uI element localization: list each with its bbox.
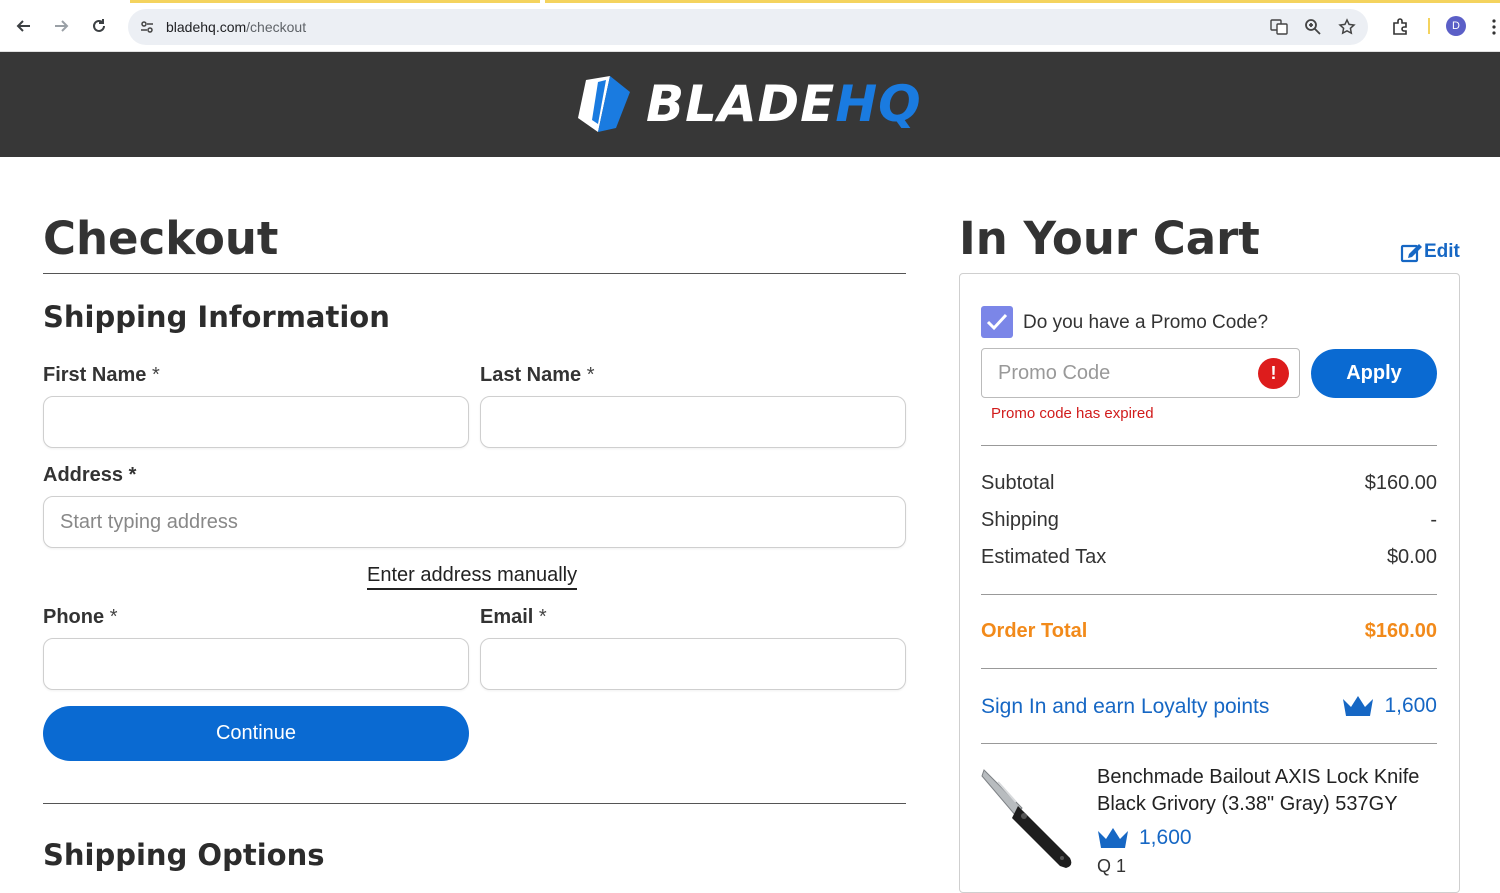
loyalty-points: 1,600 xyxy=(1384,694,1437,717)
required-marker: * xyxy=(128,464,137,486)
loading-bar-right xyxy=(545,0,1500,3)
last-name-label-text: Last Name xyxy=(480,364,582,386)
blade-logo-icon xyxy=(578,76,630,132)
edit-icon xyxy=(1400,244,1422,263)
knife-product-image[interactable] xyxy=(978,762,1078,872)
product-name[interactable]: Benchmade Bailout AXIS Lock Knife Black … xyxy=(1097,764,1447,818)
cart-divider xyxy=(981,668,1437,669)
shipping-section-heading: Shipping Information xyxy=(43,300,390,334)
logo-hq-text: HQ xyxy=(835,75,922,133)
translate-icon[interactable] xyxy=(1267,9,1291,45)
zoom-icon[interactable] xyxy=(1301,9,1325,45)
section-divider xyxy=(43,803,906,804)
shipping-value: - xyxy=(1430,509,1437,531)
product-loyalty-points: 1,600 xyxy=(1139,826,1192,849)
profile-avatar[interactable]: D xyxy=(1446,16,1466,36)
logo-blade-text: BLADE xyxy=(646,75,836,133)
last-name-field[interactable] xyxy=(480,396,906,448)
title-divider xyxy=(43,273,906,274)
enter-address-manually-link[interactable]: Enter address manually xyxy=(367,564,578,590)
continue-button[interactable]: Continue xyxy=(43,706,469,761)
site-header: BLADEHQ xyxy=(0,52,1500,157)
address-placeholder: Start typing address xyxy=(60,510,238,533)
cart-title: In Your Cart xyxy=(959,212,1260,265)
product-quantity: Q 1 xyxy=(1097,856,1127,876)
back-arrow-icon[interactable] xyxy=(12,14,36,38)
forward-arrow-icon[interactable] xyxy=(49,14,73,38)
address-bar[interactable]: bladehq.com/checkout xyxy=(128,9,1368,45)
cart-divider xyxy=(981,445,1437,446)
crown-icon xyxy=(1098,828,1128,848)
shipping-label: Shipping xyxy=(981,509,1059,531)
loading-bar xyxy=(130,0,540,3)
checkmark-icon xyxy=(986,313,1008,331)
page-title: Checkout xyxy=(43,212,279,265)
subtotal-value: $160.00 xyxy=(1364,472,1437,494)
promo-placeholder: Promo Code xyxy=(998,361,1111,384)
cart-divider xyxy=(981,594,1437,595)
email-field[interactable] xyxy=(480,638,906,690)
toolbar-separator xyxy=(1428,18,1430,34)
required-marker: * xyxy=(538,606,547,628)
shipping-options-heading: Shipping Options xyxy=(43,838,325,872)
bookmark-star-icon[interactable] xyxy=(1335,9,1359,45)
cart-divider xyxy=(981,743,1437,744)
first-name-field[interactable] xyxy=(43,396,469,448)
last-name-label: Last Name * xyxy=(480,364,595,387)
crown-icon xyxy=(1343,696,1373,716)
order-total-label: Order Total xyxy=(981,620,1088,642)
email-label-text: Email xyxy=(480,606,534,628)
subtotal-label: Subtotal xyxy=(981,472,1055,494)
bladehq-logo[interactable]: BLADEHQ xyxy=(576,74,922,134)
email-label: Email * xyxy=(480,606,547,629)
error-icon: ! xyxy=(1258,358,1289,389)
logo-wordmark: BLADEHQ xyxy=(646,75,922,133)
extensions-icon[interactable] xyxy=(1388,9,1412,45)
required-marker: * xyxy=(109,606,118,628)
promo-error-message: Promo code has expired xyxy=(991,405,1154,422)
promo-code-input[interactable]: Promo Code xyxy=(981,348,1300,398)
edit-cart-link[interactable]: Edit xyxy=(1400,241,1460,263)
phone-label-text: Phone xyxy=(43,606,105,628)
address-label-text: Address xyxy=(43,464,124,486)
browser-toolbar: bladehq.com/checkout D xyxy=(0,0,1500,52)
phone-label: Phone * xyxy=(43,606,117,629)
promo-code-checkbox[interactable] xyxy=(981,306,1013,338)
url-domain: bladehq.com xyxy=(166,19,247,35)
apply-button[interactable]: Apply xyxy=(1311,349,1437,398)
edit-label: Edit xyxy=(1424,241,1460,262)
phone-field[interactable] xyxy=(43,638,469,690)
first-name-label-text: First Name xyxy=(43,364,147,386)
url-text[interactable]: bladehq.com/checkout xyxy=(166,19,306,35)
address-field[interactable]: Start typing address xyxy=(43,496,906,548)
tax-value: $0.00 xyxy=(1386,546,1437,568)
first-name-label: First Name * xyxy=(43,364,160,387)
required-marker: * xyxy=(586,364,595,386)
sign-in-loyalty-link[interactable]: Sign In and earn Loyalty points xyxy=(981,695,1269,719)
order-total-value: $160.00 xyxy=(1364,620,1437,642)
reload-icon[interactable] xyxy=(87,14,111,38)
browser-menu-icon[interactable] xyxy=(1482,9,1500,45)
address-label: Address * xyxy=(43,464,136,487)
site-info-icon[interactable] xyxy=(138,18,156,36)
promo-question: Do you have a Promo Code? xyxy=(1023,312,1269,333)
required-marker: * xyxy=(151,364,160,386)
tax-label: Estimated Tax xyxy=(981,546,1107,568)
url-path: /checkout xyxy=(246,19,307,35)
